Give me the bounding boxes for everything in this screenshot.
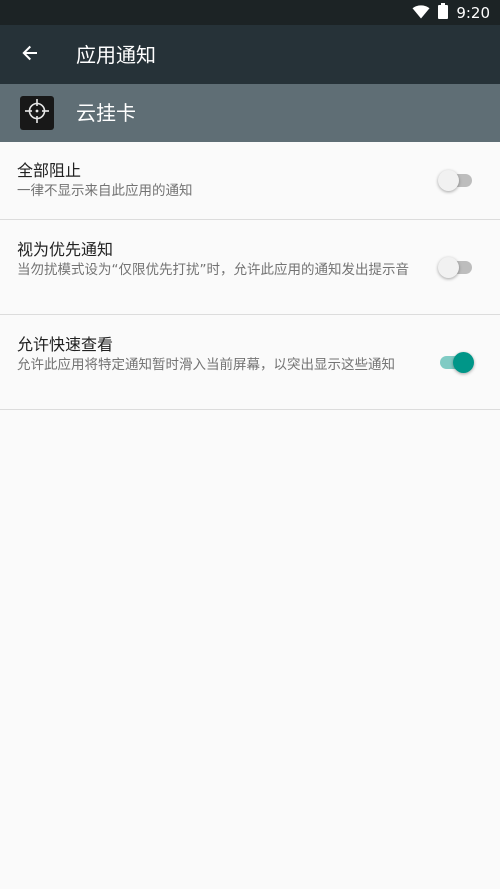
block-all-toggle[interactable]: [438, 168, 474, 192]
app-icon: [20, 96, 54, 130]
setting-priority[interactable]: 视为优先通知 当勿扰模式设为“仅限优先打扰”时，允许此应用的通知发出提示音: [0, 220, 500, 315]
settings-list: 全部阻止 一律不显示来自此应用的通知 视为优先通知 当勿扰模式设为“仅限优先打扰…: [0, 142, 500, 410]
setting-title: 允许快速查看: [17, 335, 114, 354]
setting-description: 当勿扰模式设为“仅限优先打扰”时，允许此应用的通知发出提示音: [17, 262, 409, 278]
setting-description: 一律不显示来自此应用的通知: [17, 183, 193, 199]
setting-description: 允许此应用将特定通知暂时滑入当前屏幕，以突出显示这些通知: [17, 357, 395, 373]
toggle-thumb: [438, 170, 459, 191]
setting-peek[interactable]: 允许快速查看 允许此应用将特定通知暂时滑入当前屏幕，以突出显示这些通知: [0, 315, 500, 410]
status-bar: 9:20: [0, 0, 500, 25]
back-button[interactable]: [10, 35, 50, 75]
setting-title: 视为优先通知: [17, 240, 114, 259]
setting-title: 全部阻止: [17, 161, 82, 180]
app-header: 云挂卡: [0, 84, 500, 142]
toggle-thumb: [453, 352, 474, 373]
app-name: 云挂卡: [76, 101, 136, 125]
priority-toggle[interactable]: [438, 255, 474, 279]
setting-block-all[interactable]: 全部阻止 一律不显示来自此应用的通知: [0, 142, 500, 220]
wifi-icon: [412, 4, 430, 23]
battery-icon: [438, 3, 449, 23]
crosshair-icon: [24, 98, 50, 128]
page-title: 应用通知: [76, 43, 156, 67]
toggle-thumb: [438, 257, 459, 278]
status-time: 9:20: [456, 4, 490, 22]
arrow-back-icon: [20, 43, 40, 67]
peek-toggle[interactable]: [438, 350, 474, 374]
toolbar: 应用通知: [0, 25, 500, 84]
status-indicators: 9:20: [412, 3, 490, 23]
